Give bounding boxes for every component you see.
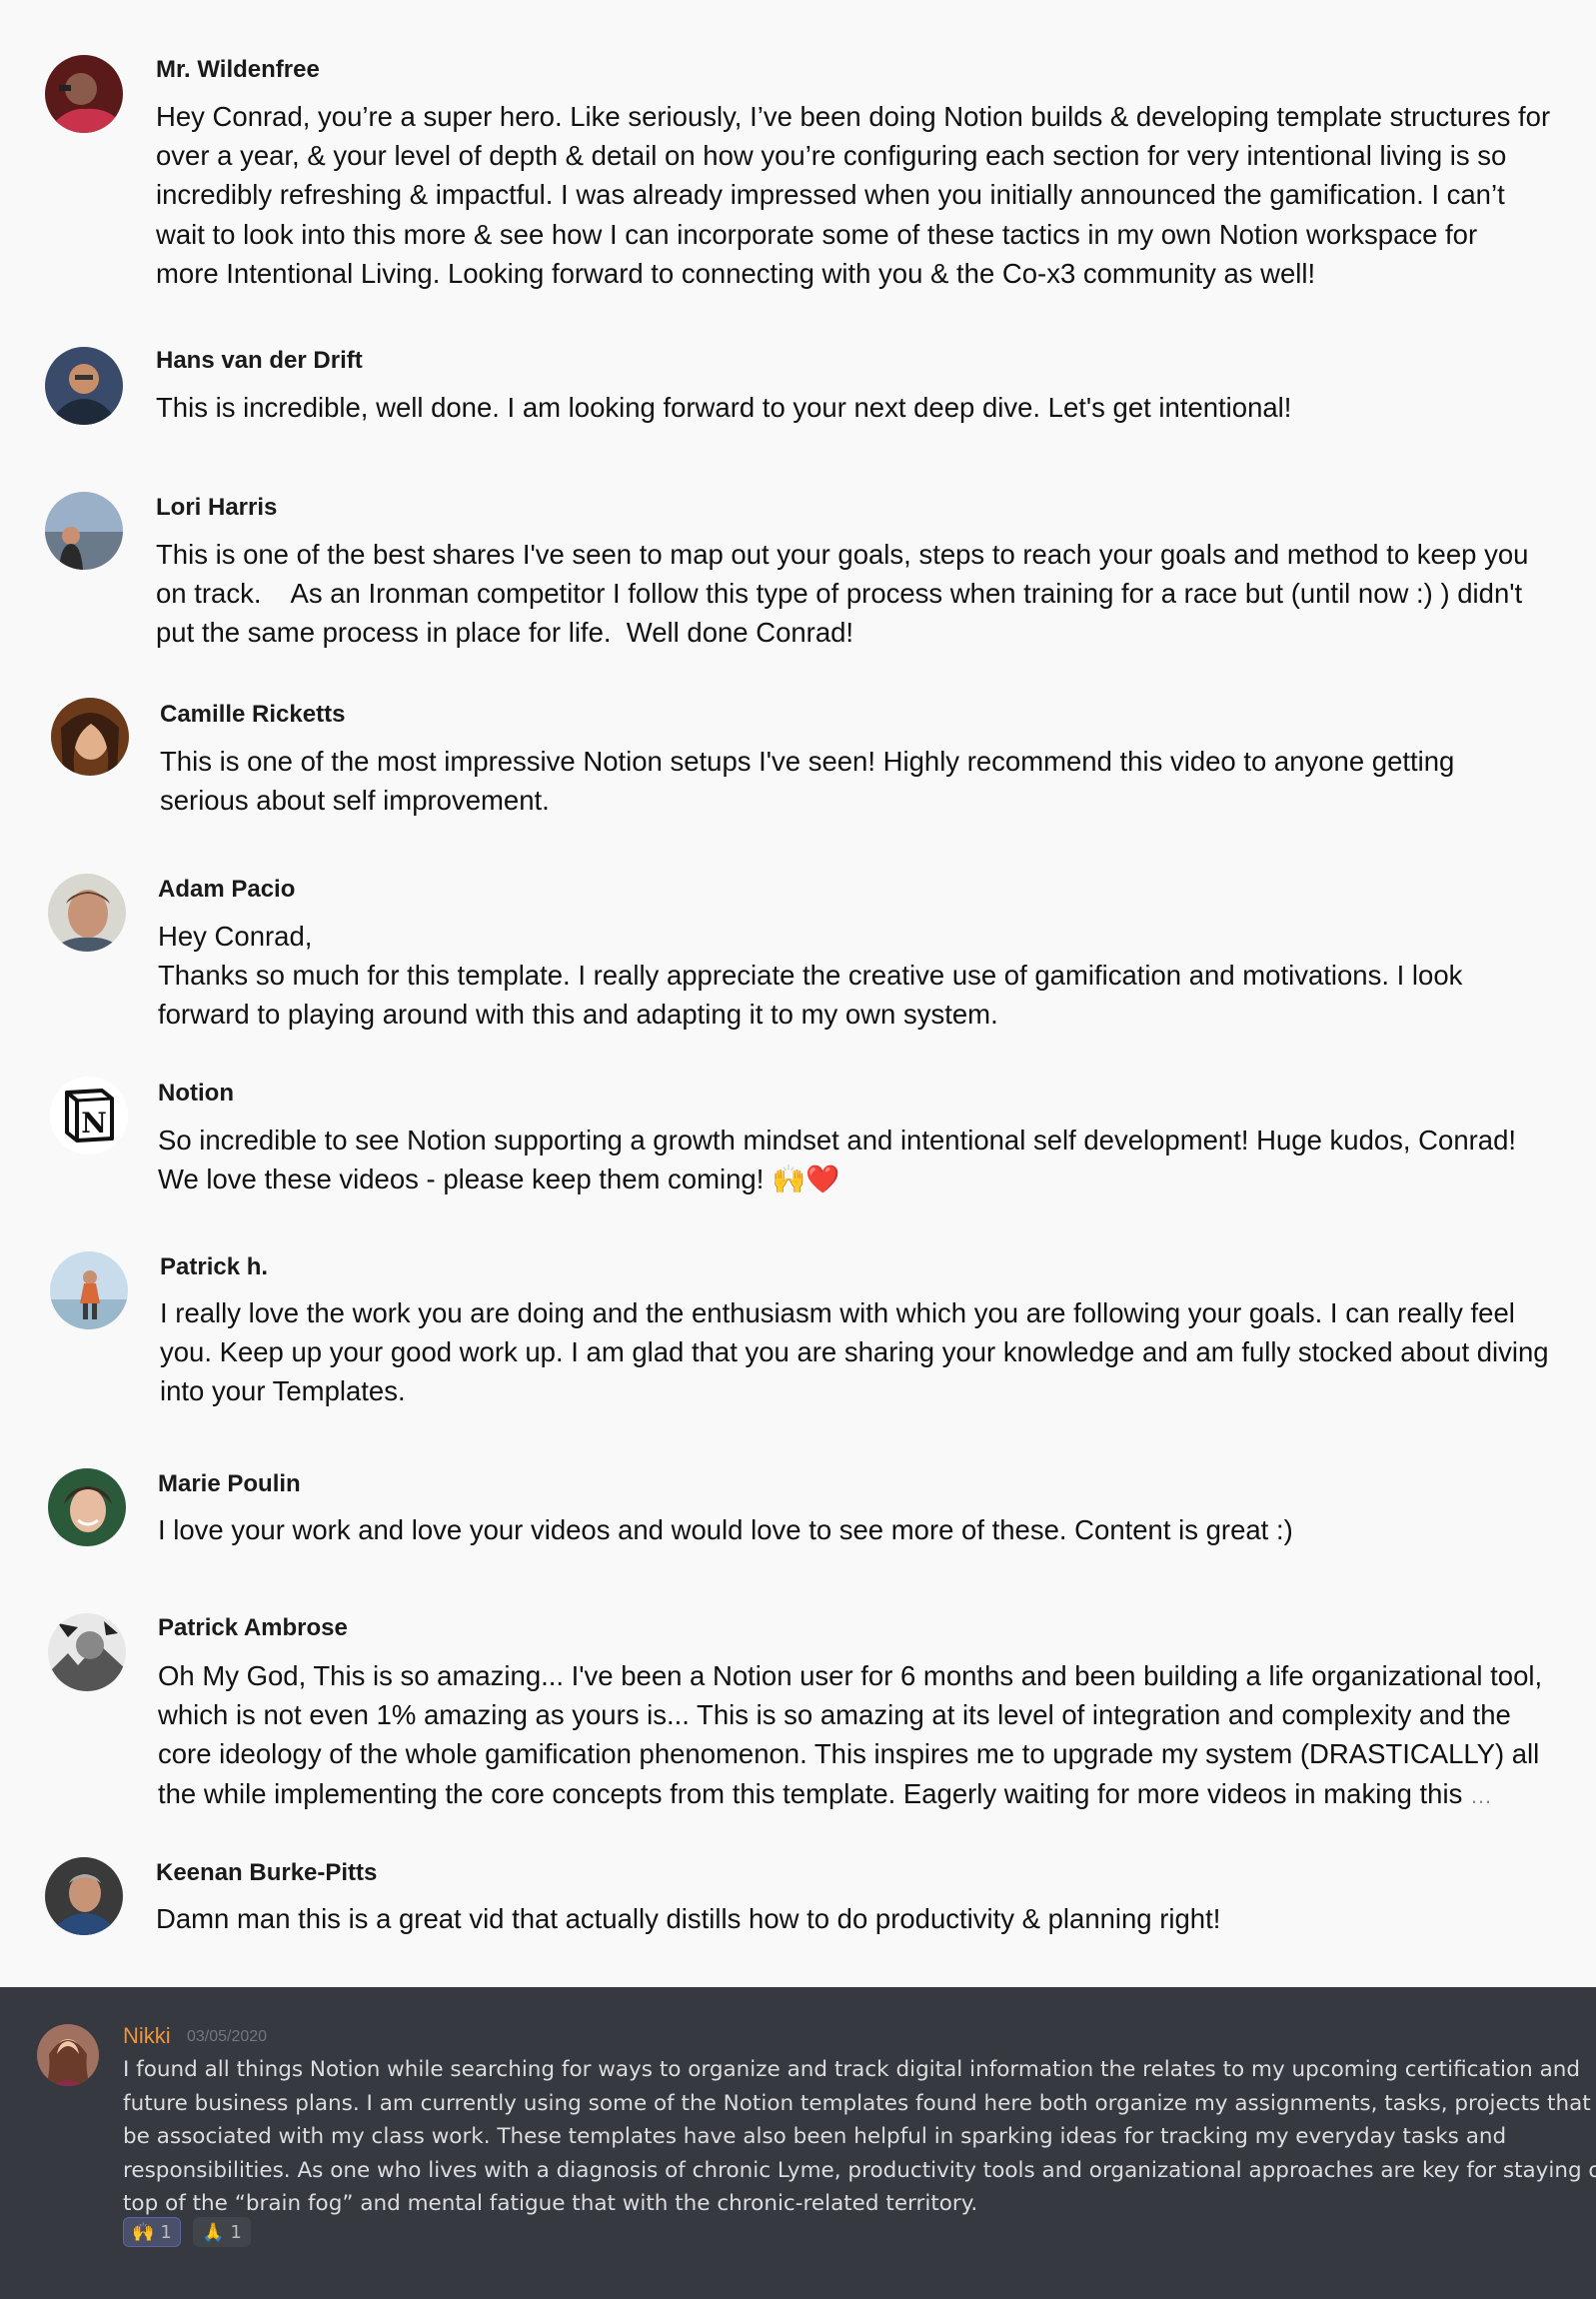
patrick-ambrose-avatar-icon[interactable] xyxy=(48,1613,126,1691)
comment-line: wait to look into this more & see how I … xyxy=(156,218,1478,250)
chat-text: I found all things Notion while searchin… xyxy=(123,2053,1596,2221)
comment-line: Hey Conrad, you’re a super hero. Like se… xyxy=(156,101,1551,132)
comment-author[interactable]: Keenan Burke-Pitts xyxy=(156,1858,377,1888)
comment-text: Hey Conrad, you’re a super hero. Like se… xyxy=(156,97,1596,293)
comment-text: This is incredible, well done. I am look… xyxy=(156,388,1596,427)
comment-author[interactable]: Adam Pacio xyxy=(158,875,295,905)
svg-text:N: N xyxy=(81,1107,107,1140)
comment-text: Damn man this is a great vid that actual… xyxy=(156,1899,1596,1938)
reaction-folded-hands-button[interactable]: 🙏 1 xyxy=(193,2217,251,2247)
comment-text: So incredible to see Notion supporting a… xyxy=(158,1121,1596,1198)
comment-author[interactable]: Marie Poulin xyxy=(158,1469,301,1499)
keenan-avatar-icon[interactable] xyxy=(45,1857,123,1935)
comment-text: Oh My God, This is so amazing... I've be… xyxy=(158,1656,1596,1815)
comment-line: forward to playing around with this and … xyxy=(158,999,998,1031)
comment-text: I really love the work you are doing and… xyxy=(160,1293,1596,1411)
comment-line: This is one of the best shares I've seen… xyxy=(156,539,1529,570)
comment-author[interactable]: Patrick Ambrose xyxy=(158,1613,348,1643)
comment-line: put the same process in place for life. … xyxy=(156,617,854,649)
comment-author[interactable]: Hans van der Drift xyxy=(156,346,363,376)
comment-author[interactable]: Camille Ricketts xyxy=(160,700,345,730)
comment-line: I really love the work you are doing and… xyxy=(160,1297,1515,1328)
patrick-h-avatar-icon[interactable] xyxy=(50,1251,128,1329)
comment-line: serious about self improvement. xyxy=(160,785,550,817)
notion-logo-icon[interactable]: N xyxy=(50,1077,128,1154)
comment-line: Thanks so much for this template. I real… xyxy=(158,960,1463,992)
reaction-raised-hands-button[interactable]: 🙌 1 xyxy=(123,2217,181,2247)
raised-hands-icon: 🙌 xyxy=(132,2222,155,2243)
chat-line: future business plans. I am currently us… xyxy=(123,2090,1596,2116)
marie-avatar-icon[interactable] xyxy=(48,1468,126,1546)
comment-line: into your Templates. xyxy=(160,1375,406,1407)
chat-author[interactable]: Nikki xyxy=(123,2023,171,2049)
nikki-avatar-icon[interactable] xyxy=(37,2024,99,2086)
reaction-count: 1 xyxy=(230,2222,242,2243)
chat-line: top of the “brain fog” and mental fatigu… xyxy=(123,2191,978,2216)
chat-line: I found all things Notion while searchin… xyxy=(123,2057,1581,2082)
comment-line: Oh My God, This is so amazing... I've be… xyxy=(158,1660,1543,1691)
folded-hands-icon: 🙏 xyxy=(202,2222,225,2243)
lori-avatar-icon[interactable] xyxy=(45,492,123,570)
comment-text: This is one of the best shares I've seen… xyxy=(156,535,1596,653)
read-more-ellipsis[interactable]: … xyxy=(1470,1783,1492,1808)
comment-text: Hey Conrad, Thanks so much for this temp… xyxy=(158,917,1596,1035)
comment-author[interactable]: Notion xyxy=(158,1079,234,1109)
mr-wildenfree-avatar-icon[interactable] xyxy=(45,55,123,133)
comment-line: the while implementing the core concepts… xyxy=(158,1774,1596,1815)
hans-avatar-icon[interactable] xyxy=(45,347,123,425)
camille-avatar-icon[interactable] xyxy=(51,698,129,776)
comment-line: This is one of the most impressive Notio… xyxy=(160,746,1455,777)
comment-author[interactable]: Lori Harris xyxy=(156,493,277,523)
chat-line: be associated with my class work. These … xyxy=(123,2124,1507,2149)
comment-text: This is one of the most impressive Notio… xyxy=(160,742,1596,820)
reaction-count: 1 xyxy=(160,2222,172,2243)
comment-author[interactable]: Mr. Wildenfree xyxy=(156,55,320,85)
chat-message: Nikki 03/05/2020 I found all things Noti… xyxy=(0,1987,1596,2299)
comments-section: Mr. Wildenfree Hey Conrad, you’re a supe… xyxy=(0,0,1596,1987)
chat-line: responsibilities. As one who lives with … xyxy=(123,2157,1596,2183)
comment-line: which is not even 1% amazing as yours is… xyxy=(158,1699,1511,1731)
comment-line: We love these videos - please keep them … xyxy=(158,1163,840,1195)
comment-line: This is incredible, well done. I am look… xyxy=(156,392,1292,423)
comment-line: incredibly refreshing & impactful. I was… xyxy=(156,179,1505,211)
comment-line: over a year, & your level of depth & det… xyxy=(156,140,1507,172)
comment-line: I love your work and love your videos an… xyxy=(158,1514,1293,1545)
comment-line: Hey Conrad, xyxy=(158,921,313,952)
comment-text: I love your work and love your videos an… xyxy=(158,1510,1596,1549)
comment-line: on track. As an Ironman competitor I fol… xyxy=(156,578,1523,610)
comment-line-text: the while implementing the core concepts… xyxy=(158,1777,1463,1809)
comment-line: core ideology of the whole gamification … xyxy=(158,1738,1540,1770)
chat-timestamp: 03/05/2020 xyxy=(187,2028,268,2045)
adam-avatar-icon[interactable] xyxy=(48,874,126,952)
comment-line: So incredible to see Notion supporting a… xyxy=(158,1125,1517,1155)
comment-line: Damn man this is a great vid that actual… xyxy=(156,1903,1221,1934)
comment-line: you. Keep up your good work up. I am gla… xyxy=(160,1336,1549,1368)
comment-author[interactable]: Patrick h. xyxy=(160,1252,268,1282)
comment-line: more Intentional Living. Looking forward… xyxy=(156,257,1316,289)
